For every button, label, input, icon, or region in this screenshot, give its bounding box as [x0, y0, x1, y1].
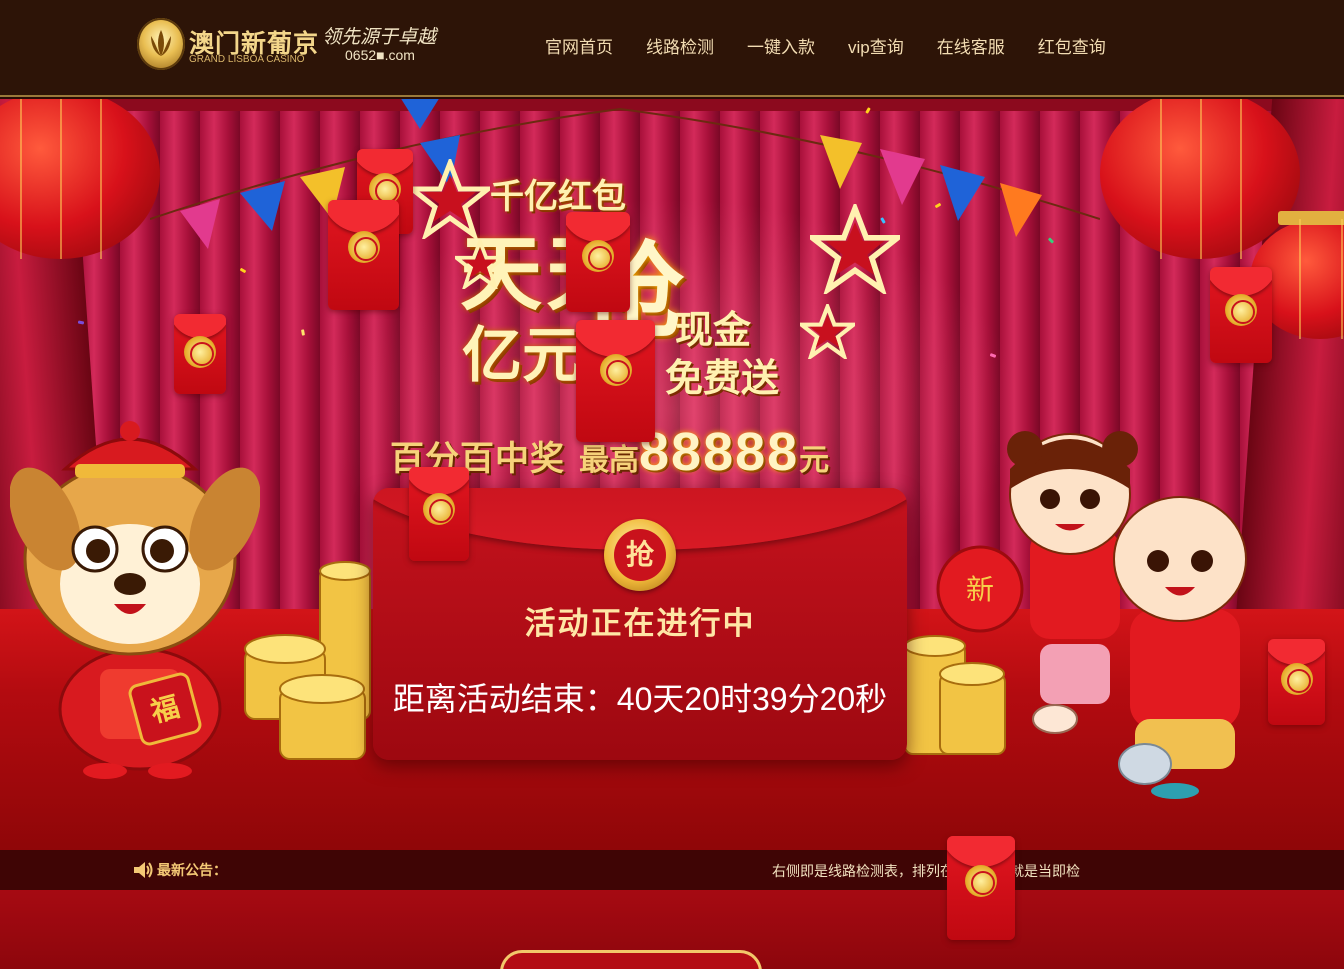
confetti: [989, 353, 997, 358]
nav-link-vip[interactable]: vip查询: [848, 36, 904, 62]
headline-side-2: 免费送: [665, 358, 780, 400]
nav-link-deposit[interactable]: 一键入款: [747, 36, 815, 62]
headline-row: 亿元: [462, 322, 582, 389]
promo-stage: 千亿红包 天天 抢 亿元 现金 免费送 百分百中奖 最高88888元 福 新 抢…: [0, 99, 1344, 850]
lower-panel-top: [500, 950, 762, 969]
falling-red-packet[interactable]: [1210, 267, 1272, 363]
falling-red-packet[interactable]: [566, 212, 630, 312]
activity-countdown: 距离活动结束：40天20时39分20秒: [392, 681, 888, 717]
speaker-icon: [134, 862, 153, 878]
grab-button[interactable]: 抢: [604, 519, 676, 591]
confetti: [239, 267, 247, 274]
top-bar: 澳门新葡京 GRAND LISBOA CASINO 领先源于卓越 0652■.c…: [0, 0, 1344, 97]
activity-status: 活动正在进行中: [524, 606, 756, 641]
star-icon: [455, 239, 505, 289]
logo-name-en: GRAND LISBOA CASINO: [189, 54, 305, 65]
announcement-marquee[interactable]: 右侧即是线路检测表，排列在最前端的就是当即检: [772, 861, 1108, 881]
lotus-emblem-icon: [137, 18, 185, 70]
nav-link-support[interactable]: 在线客服: [937, 36, 1005, 62]
announcement-bar: 最新公告： 右侧即是线路检测表，排列在最前端的就是当即检: [0, 850, 1344, 890]
gold-coins-icon: [244, 561, 371, 760]
falling-red-packet[interactable]: [576, 320, 655, 442]
headline-side-1: 现金: [675, 310, 752, 352]
nav-link-line-check[interactable]: 线路检测: [646, 36, 714, 62]
svg-text:新: 新: [966, 573, 994, 606]
falling-red-packet[interactable]: [409, 467, 469, 561]
star-icon: [410, 159, 490, 239]
prize-unit: 元: [799, 444, 830, 477]
logo-domain: 0652■.com: [345, 47, 415, 63]
star-icon: [810, 204, 900, 294]
main-nav: 官网首页 线路检测 一键入款 vip查询 在线客服 红包查询: [545, 36, 1139, 62]
falling-red-packet[interactable]: [328, 200, 399, 310]
falling-red-packet[interactable]: [1268, 639, 1325, 725]
lantern-icon: [0, 99, 160, 259]
star-icon: [800, 304, 855, 359]
dog-mascot-icon: 福: [10, 421, 260, 779]
site-logo[interactable]: 澳门新葡京 GRAND LISBOA CASINO 领先源于卓越 0652■.c…: [137, 18, 437, 74]
grab-button-label: 抢: [614, 529, 666, 581]
announcement-label: 最新公告：: [157, 862, 227, 878]
nav-link-home[interactable]: 官网首页: [545, 36, 613, 62]
page: 澳门新葡京 GRAND LISBOA CASINO 领先源于卓越 0652■.c…: [0, 0, 1344, 969]
prize-amount: 88888: [639, 422, 800, 482]
falling-red-packet[interactable]: [174, 314, 226, 394]
kids-mascot-icon: 新: [936, 431, 1247, 799]
falling-red-packet[interactable]: [947, 836, 1015, 940]
confetti: [301, 329, 305, 336]
nav-link-redpacket-query[interactable]: 红包查询: [1038, 36, 1106, 62]
logo-slogan: 领先源于卓越: [322, 26, 437, 48]
prize-max-label: 最高: [579, 444, 639, 477]
